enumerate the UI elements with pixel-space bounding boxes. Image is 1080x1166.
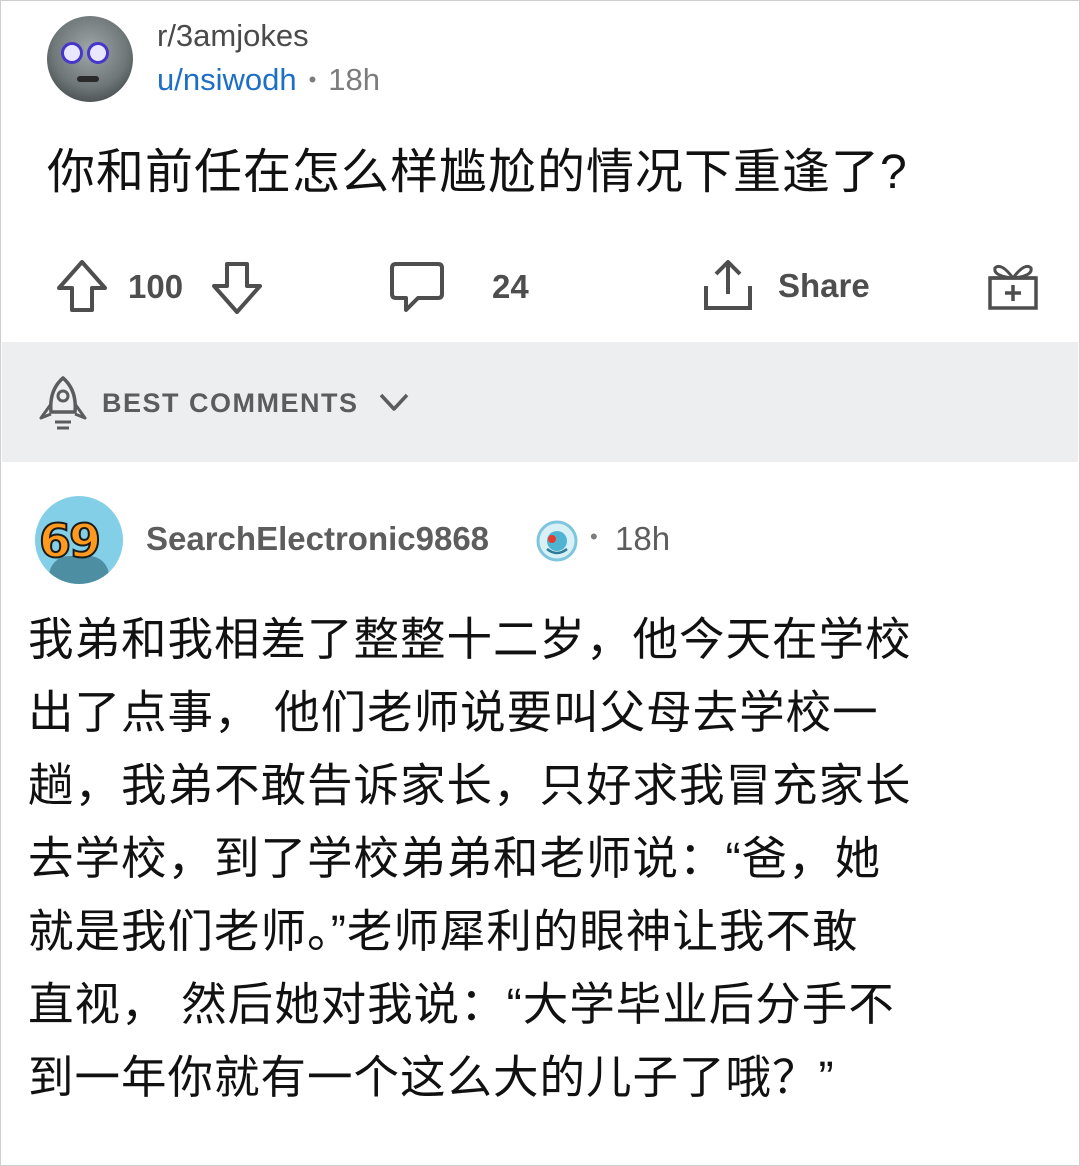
upvote-arrow-icon (57, 260, 107, 312)
downvote-arrow-icon (212, 262, 262, 314)
comment-line: 去学校，到了学校弟弟和老师说：“爸，她 (28, 833, 882, 884)
post-time: 18h (328, 62, 381, 97)
comment-username[interactable]: SearchElectronic9868 (146, 520, 489, 558)
rocket-icon (39, 376, 87, 430)
avatar-eye-right (87, 42, 109, 64)
share-icon (704, 260, 752, 310)
comments-count: 24 (492, 268, 529, 305)
upvote-button[interactable] (55, 258, 109, 314)
post-title[interactable]: 你和前任在怎么样尴尬的情况下重逢了? (47, 132, 908, 202)
comments-button[interactable] (388, 260, 446, 316)
user-flair-icon (536, 520, 578, 562)
gift-icon (988, 264, 1038, 310)
avatar-eye-left (61, 42, 83, 64)
chevron-down-icon[interactable] (378, 390, 410, 414)
comment-meta-separator: • (590, 524, 598, 549)
comment-author-avatar[interactable]: 69 (35, 496, 123, 584)
comment-line: 直视， 然后她对我说：“大学毕业后分手不 (28, 979, 895, 1030)
comment-line: 趟，我弟不敢告诉家长，只好求我冒充家长 (28, 760, 912, 811)
sort-label[interactable]: BEST COMMENTS (102, 388, 359, 419)
comment-line: 我弟和我相差了整整十二岁，他今天在学校 (28, 614, 912, 665)
avatar-mouth (77, 76, 99, 82)
share-button[interactable]: Share (700, 258, 870, 314)
post-meta: u/nsiwodh • 18h (157, 62, 380, 98)
comment-time: 18h (615, 520, 671, 557)
post-author-avatar[interactable] (47, 16, 133, 102)
meta-separator: • (308, 67, 317, 92)
comment-body: 我弟和我相差了整整十二岁，他今天在学校 出了点事， 他们老师说要叫父母去学校一 … (28, 603, 1063, 1114)
comment-line: 就是我们老师。”老师犀利的眼神让我不敢 (28, 906, 859, 957)
post-action-bar: 100 24 Share (0, 250, 1080, 322)
comment-line: 到一年你就有一个这么大的儿子了哦？” (28, 1052, 835, 1103)
post-author-link[interactable]: u/nsiwodh (157, 62, 297, 98)
vote-score: 100 (128, 268, 184, 305)
share-label: Share (778, 267, 870, 304)
award-button[interactable] (985, 258, 1041, 314)
downvote-button[interactable] (210, 260, 264, 316)
avatar-number-badge: 69 (38, 513, 102, 569)
comment-bubble-icon (390, 262, 444, 312)
comment-line: 出了点事， 他们老师说要叫父母去学校一 (28, 687, 879, 738)
subreddit-link[interactable]: r/3amjokes (157, 18, 309, 54)
